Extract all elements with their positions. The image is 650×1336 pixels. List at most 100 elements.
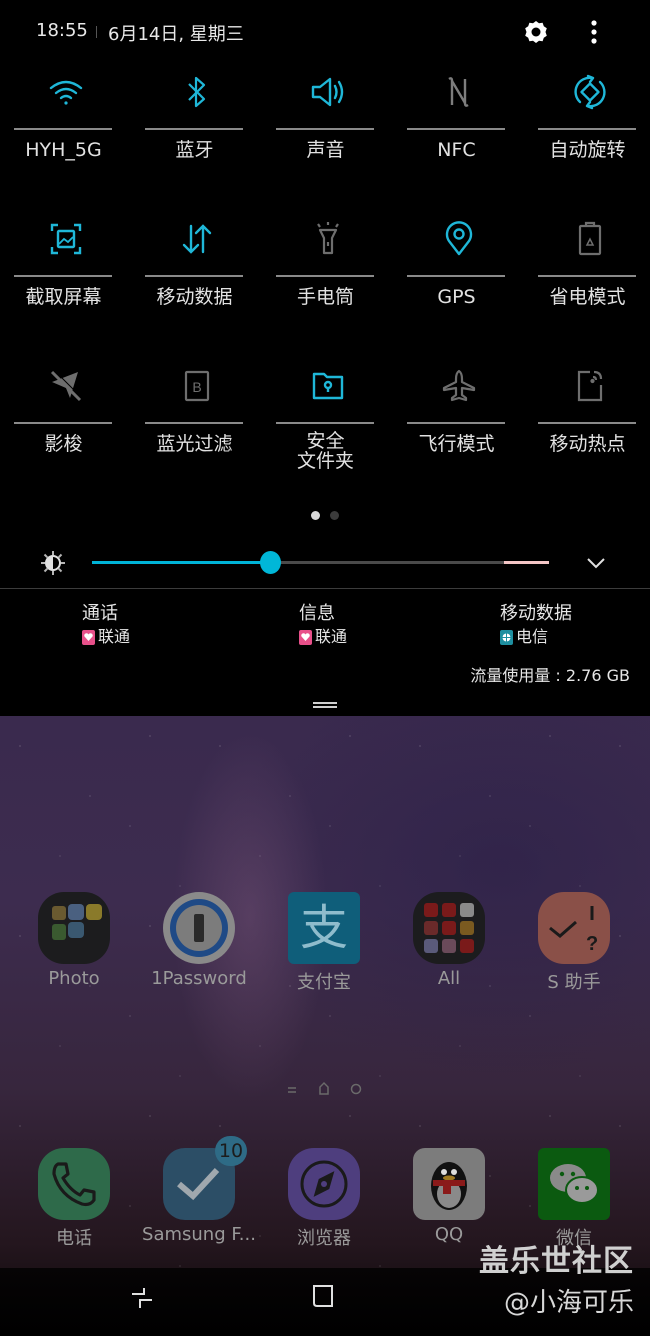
tile-airplane-mode[interactable]: 飞行模式 — [393, 358, 524, 505]
app-photo[interactable]: Photo — [14, 892, 134, 989]
heart-sim-icon — [82, 629, 95, 645]
airplane-icon — [442, 369, 475, 402]
tile-bluetooth[interactable]: 蓝牙 — [131, 64, 262, 211]
app-alipay[interactable]: 支 支付宝 — [264, 892, 384, 994]
status-bar: 18:55 6月14日, 星期三 — [0, 0, 650, 64]
app-qq[interactable]: QQ — [389, 1148, 509, 1245]
data-usage[interactable]: 流量使用量 : 2.76 GB — [470, 662, 630, 686]
hotspot-icon — [577, 370, 602, 402]
brightness-slider-fill — [92, 561, 270, 564]
tile-label: 移动热点 — [549, 433, 626, 455]
date[interactable]: 6月14日, 星期三 — [108, 20, 244, 46]
app-all-folder[interactable]: All — [389, 892, 509, 989]
auto-rotate-icon — [573, 74, 606, 110]
tile-label: 影梭 — [44, 433, 83, 455]
tile-label: GPS — [437, 286, 476, 308]
tile-mobile-hotspot[interactable]: 移动热点 — [524, 358, 650, 505]
qq-icon — [413, 1148, 485, 1220]
tile-label: 飞行模式 — [418, 433, 495, 455]
app-samsung-flow[interactable]: 10 Samsung F... — [139, 1136, 259, 1245]
home-screen: Photo 1Password 支 支付宝 All ? S 助手 电话 10 S… — [0, 716, 650, 1336]
shadowsocks-icon — [50, 369, 82, 402]
tile-label: 截取屏幕 — [25, 286, 102, 308]
recent-apps-icon — [132, 1288, 152, 1308]
tile-label: NFC — [437, 139, 476, 161]
gear-icon — [525, 21, 547, 43]
browser-icon — [288, 1148, 360, 1220]
tile-label: HYH_5G — [25, 139, 102, 161]
separator — [96, 26, 97, 38]
tile-mobile-data[interactable]: 移动数据 — [131, 211, 262, 358]
sim-call-setting[interactable]: 通话 联通 — [82, 602, 130, 648]
tile-gps[interactable]: GPS — [393, 211, 524, 358]
screenshot-icon — [50, 223, 81, 255]
globe-sim-icon — [500, 629, 513, 645]
tile-battery-saver[interactable]: 省电模式 — [524, 211, 650, 358]
tile-nfc[interactable]: NFC — [393, 64, 524, 211]
home-button[interactable] — [312, 1284, 334, 1308]
app-phone[interactable]: 电话 — [14, 1148, 134, 1250]
watermark-title: 盖乐世社区 — [479, 1244, 634, 1279]
brightness-slider-thumb[interactable] — [260, 551, 281, 574]
more-options-button[interactable] — [582, 18, 606, 46]
app-browser[interactable]: 浏览器 — [264, 1148, 384, 1250]
more-vertical-icon — [591, 20, 597, 44]
page-dot-active[interactable] — [311, 511, 320, 520]
photo-folder-icon — [38, 892, 110, 964]
tile-label: 蓝光过滤 — [156, 433, 233, 455]
wifi-icon — [49, 80, 82, 105]
quick-settings-row: 影梭 B 蓝光过滤 安全 文件夹 飞行模式 移动热点 — [0, 358, 650, 505]
1password-icon — [163, 892, 235, 964]
s-assistant-icon: ? — [538, 892, 610, 964]
nfc-icon — [447, 77, 469, 107]
tile-label: 声音 — [306, 139, 345, 161]
watermark-author: @小海可乐 — [503, 1288, 634, 1318]
phone-icon — [38, 1148, 110, 1220]
clock: 18:55 — [36, 20, 88, 41]
settings-button[interactable] — [522, 18, 550, 46]
chevron-down-icon — [587, 558, 605, 569]
home-icon — [313, 1285, 333, 1307]
tile-auto-rotate[interactable]: 自动旋转 — [524, 64, 650, 211]
quick-settings-row: 截取屏幕 移动数据 手电筒 GPS 省电模式 — [0, 211, 650, 358]
blue-light-filter-icon: B — [184, 370, 209, 402]
tile-blue-light-filter[interactable]: B 蓝光过滤 — [131, 358, 262, 505]
app-wechat[interactable]: 微信 — [514, 1148, 634, 1250]
heart-sim-icon — [299, 629, 312, 645]
notification-panel: 18:55 6月14日, 星期三 HYH_5G 蓝牙 声音 NFC 自动旋转 截… — [0, 0, 650, 716]
expand-brightness-button[interactable] — [584, 552, 608, 574]
recent-apps-button[interactable] — [130, 1286, 154, 1310]
brightness-icon — [41, 551, 65, 575]
quick-settings-grid: HYH_5G 蓝牙 声音 NFC 自动旋转 截取屏幕 移动数据 手电筒 GPS … — [0, 64, 650, 505]
drag-handle[interactable] — [313, 702, 337, 708]
brightness-high-zone — [504, 561, 549, 564]
tile-label: 蓝牙 — [175, 139, 214, 161]
tile-screenshot[interactable]: 截取屏幕 — [0, 211, 131, 358]
brightness-slider[interactable] — [92, 561, 549, 564]
brightness-control — [0, 540, 650, 584]
tile-label: 安全 文件夹 — [296, 430, 354, 472]
mobile-data-icon — [182, 224, 211, 254]
tile-flashlight[interactable]: 手电筒 — [262, 211, 393, 358]
divider — [0, 588, 650, 589]
sim-mobile-data-setting[interactable]: 移动数据 电信 — [500, 602, 572, 648]
notification-badge: 10 — [215, 1136, 247, 1166]
tile-wifi[interactable]: HYH_5G — [0, 64, 131, 211]
bluetooth-icon — [187, 76, 205, 108]
page-dot[interactable] — [330, 511, 339, 520]
flashlight-icon — [316, 222, 339, 255]
wechat-icon — [538, 1148, 610, 1220]
all-folder-icon — [413, 892, 485, 964]
brightness-toggle[interactable] — [40, 550, 66, 576]
tile-label: 省电模式 — [549, 286, 626, 308]
sim-message-setting[interactable]: 信息 联通 — [299, 602, 347, 648]
svg-text:?: ? — [586, 933, 598, 955]
app-s-assistant[interactable]: ? S 助手 — [514, 892, 634, 994]
tile-label: 手电筒 — [296, 286, 354, 308]
tile-shadowsocks[interactable]: 影梭 — [0, 358, 131, 505]
app-1password[interactable]: 1Password — [139, 892, 259, 989]
tile-secure-folder[interactable]: 安全 文件夹 — [262, 358, 393, 505]
secure-folder-icon — [312, 372, 343, 400]
tile-divider — [14, 128, 112, 130]
tile-sound[interactable]: 声音 — [262, 64, 393, 211]
